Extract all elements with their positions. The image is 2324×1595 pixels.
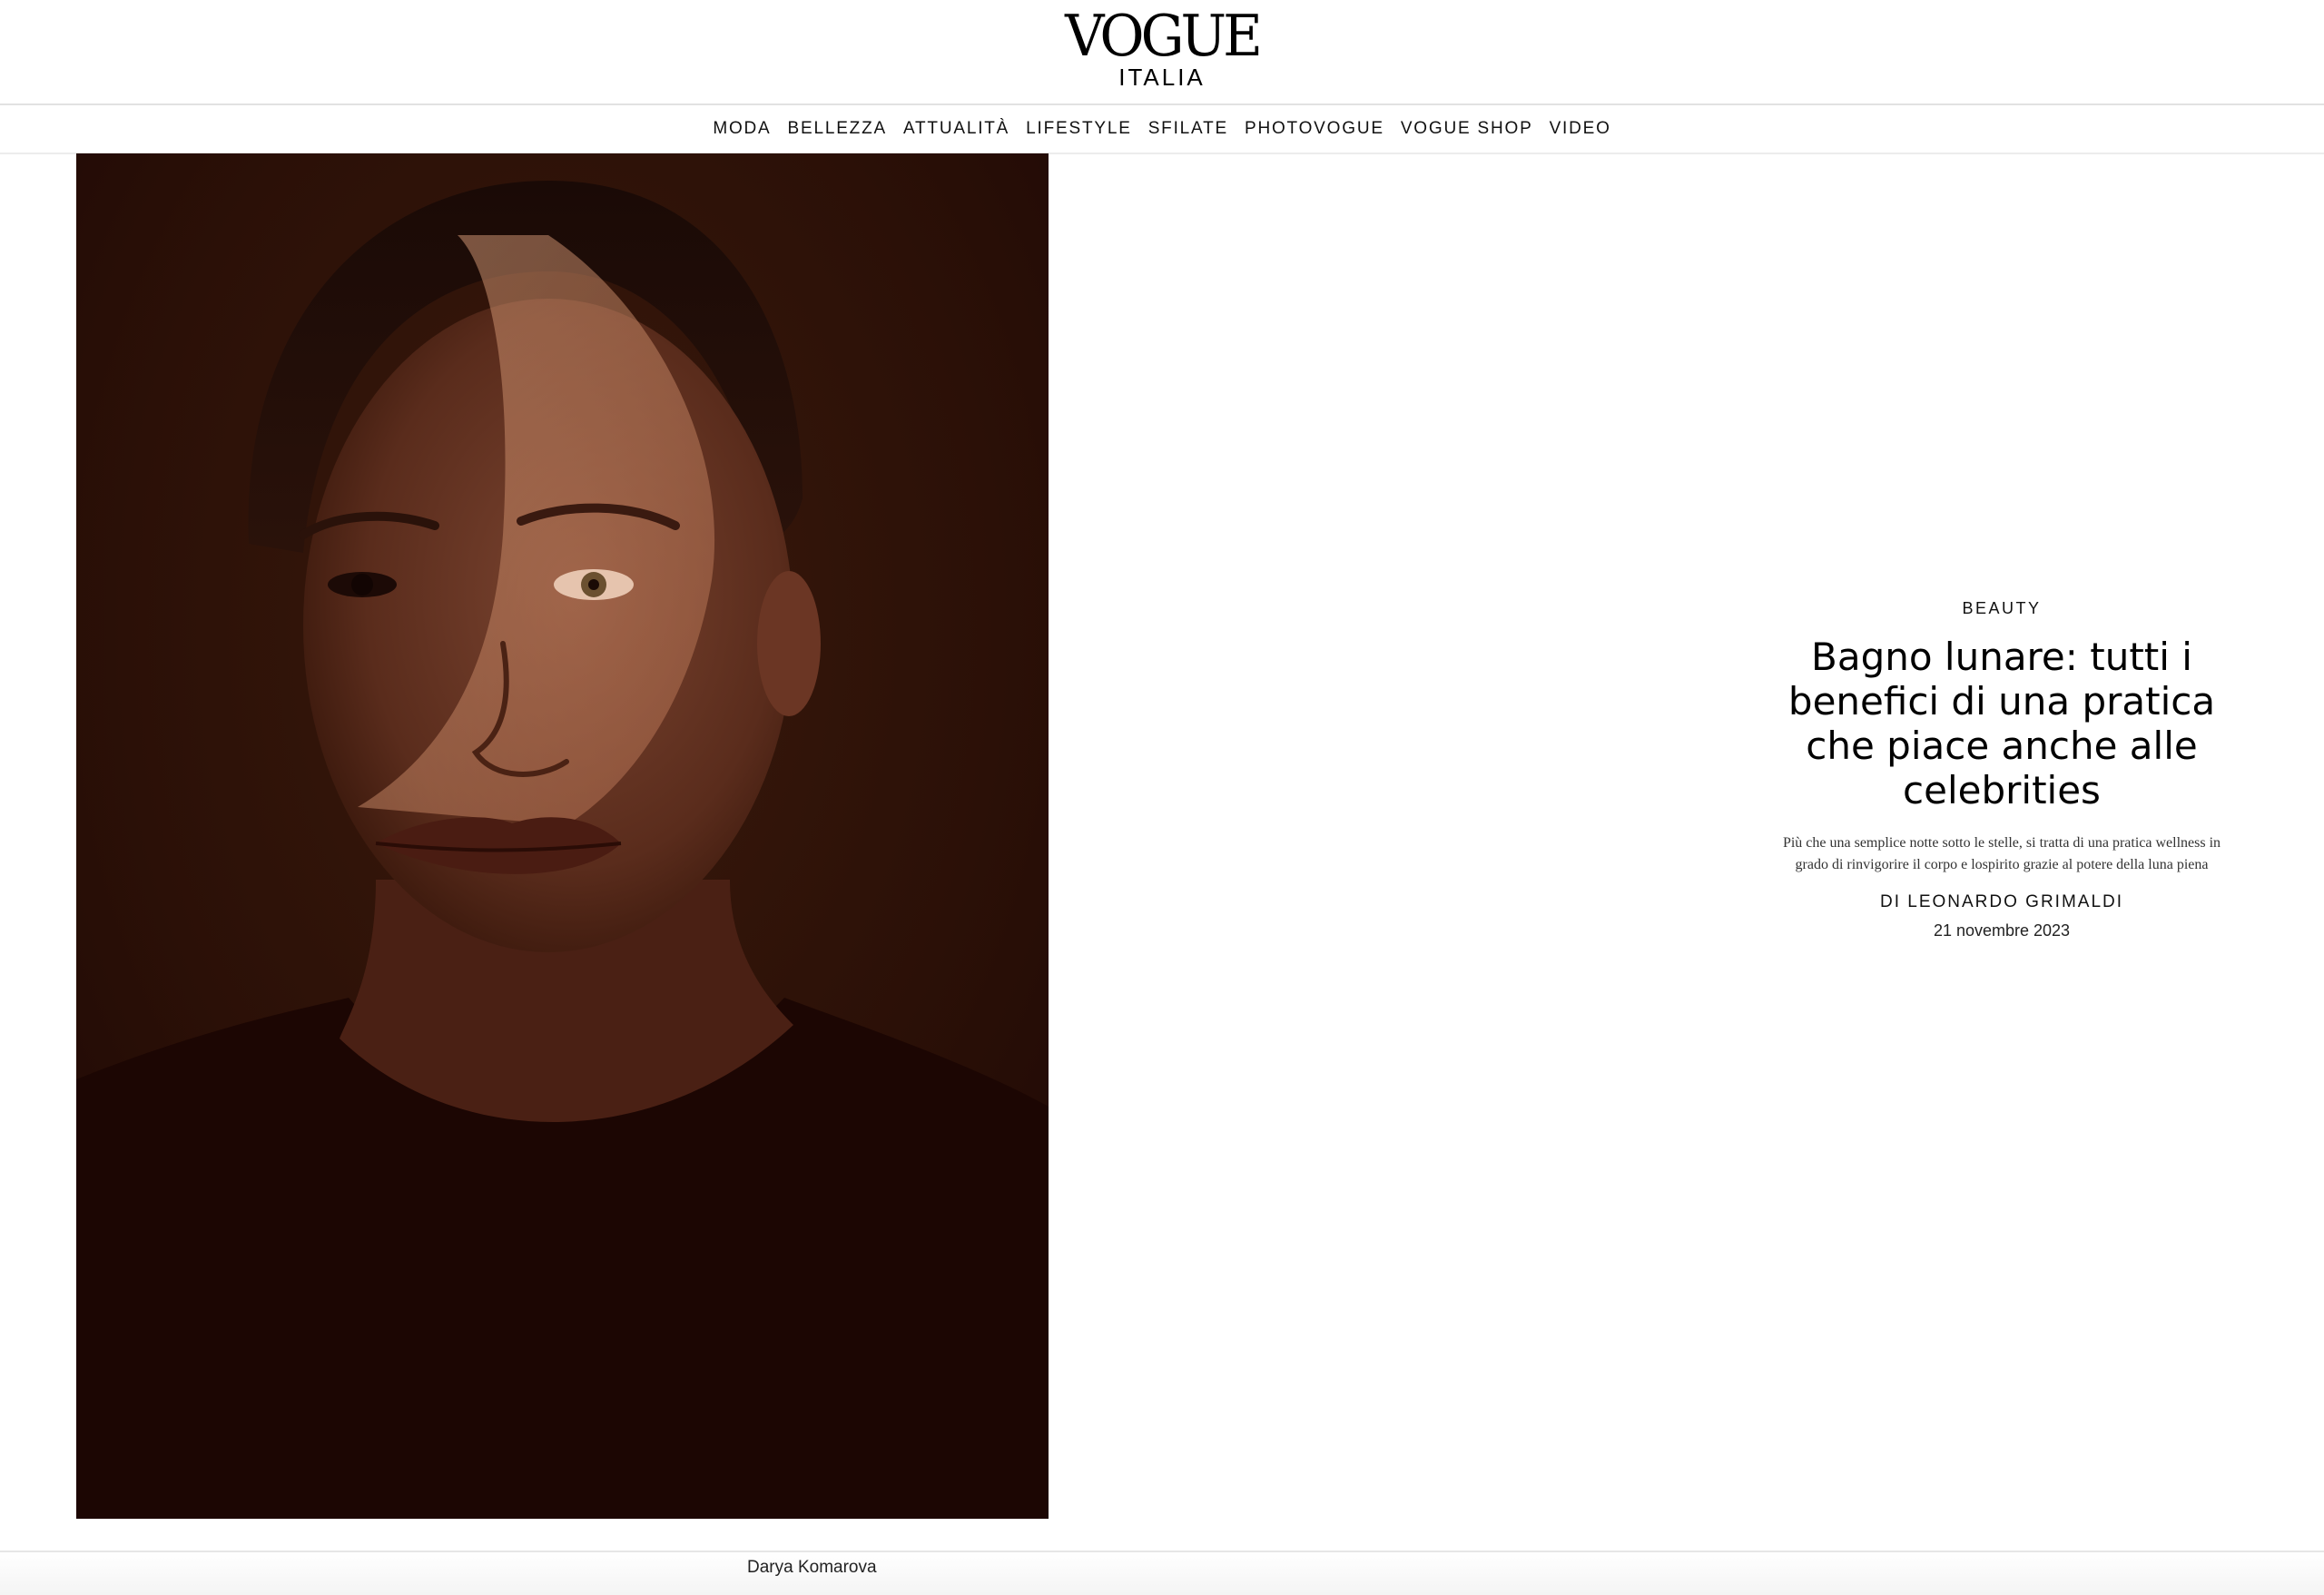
author-link[interactable]: LEONARDO GRIMALDI [1907,892,2123,911]
publish-date: 21 novembre 2023 [1933,921,2071,940]
nav-item-photovogue[interactable]: PHOTOVOGUE [1245,115,1384,143]
article-dek: Più che una semplice notte sotto le stel… [1782,835,2221,872]
vogue-italia-logo[interactable]: VOGUE ITALIA [1065,3,1263,89]
site-header: VOGUE ITALIA [0,0,2324,105]
byline-prefix: DI [1879,892,1901,911]
nav-item-bellezza[interactable]: BELLEZZA [788,115,887,143]
nav-item-attualita[interactable]: ATTUALITÀ [903,115,1009,143]
photo-credit: Darya Komarova [747,1558,877,1577]
article-byline: DI LEONARDO GRIMALDI [1766,892,2238,912]
nav-item-vogue-shop[interactable]: VOGUE SHOP [1401,115,1533,143]
hero-portrait-image [76,153,1049,1519]
article-headline[interactable]: Bagno lunare: tutti i benefici di una pr… [1766,635,2238,812]
nav-item-sfilate[interactable]: SFILATE [1148,115,1228,143]
article-category[interactable]: BEAUTY [1766,599,2238,618]
main-navigation: MODA BELLEZZA ATTUALITÀ LIFESTYLE SFILAT… [0,105,2324,154]
nav-item-moda[interactable]: MODA [713,115,771,143]
nav-item-video[interactable]: VIDEO [1550,115,1611,143]
caption-bar [0,1551,2324,1595]
logo-wordmark: VOGUE [1065,3,1263,70]
nav-item-lifestyle[interactable]: LIFESTYLE [1026,115,1132,143]
article-teaser: BEAUTY Bagno lunare: tutti i benefici di… [1766,599,2238,940]
